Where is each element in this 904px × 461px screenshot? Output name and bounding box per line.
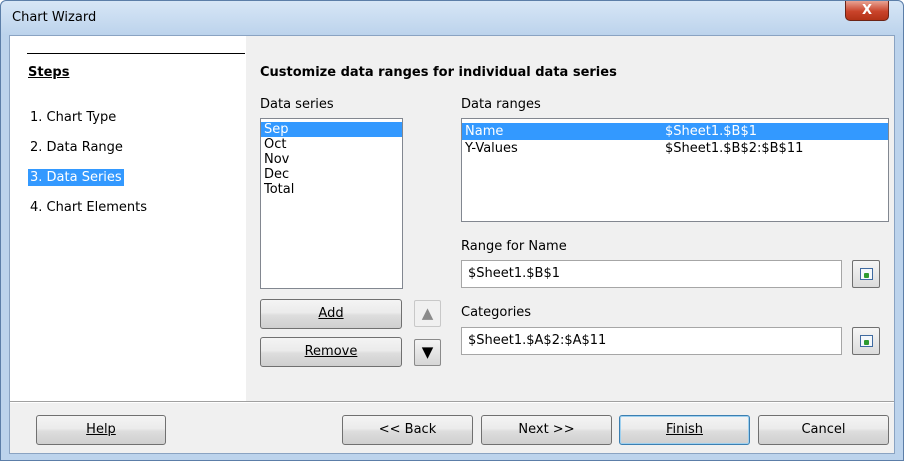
list-item[interactable]: Nov (261, 152, 402, 167)
range-value: $Sheet1.$B$2:$B$11 (665, 141, 804, 156)
help-button[interactable]: Help (36, 415, 166, 445)
step-data-series[interactable]: 3. Data Series (28, 169, 124, 186)
window-title: Chart Wizard (12, 10, 97, 25)
range-role: Name (465, 124, 504, 139)
select-categories-range-button[interactable] (852, 327, 880, 355)
range-select-icon (860, 335, 873, 347)
data-ranges-label: Data ranges (461, 97, 541, 112)
list-item[interactable]: Oct (261, 137, 402, 152)
step-chart-elements[interactable]: 4. Chart Elements (28, 199, 149, 216)
list-item[interactable]: Sep (261, 122, 402, 137)
steps-heading: Steps (28, 65, 70, 80)
step-chart-type[interactable]: 1. Chart Type (28, 109, 118, 126)
cancel-button[interactable]: Cancel (758, 415, 889, 445)
next-button[interactable]: Next >> (481, 415, 612, 445)
data-series-label: Data series (260, 97, 334, 112)
data-series-list[interactable]: Sep Oct Nov Dec Total (260, 118, 403, 289)
move-up-icon[interactable]: ▲ (414, 300, 441, 327)
title-bar[interactable]: Chart Wizard X (1, 1, 903, 35)
range-select-icon (860, 268, 873, 280)
range-value: $Sheet1.$B$1 (665, 124, 757, 139)
remove-series-button[interactable]: Remove (260, 337, 402, 367)
add-series-button[interactable]: Add (260, 299, 402, 329)
select-range-name-button[interactable] (852, 260, 880, 288)
range-role: Y-Values (465, 141, 518, 156)
finish-button[interactable]: Finish (619, 415, 750, 445)
footer-divider-highlight (10, 402, 894, 403)
list-item[interactable]: Total (261, 182, 402, 197)
data-series-pane: Customize data ranges for individual dat… (246, 36, 894, 401)
categories-label: Categories (461, 305, 532, 320)
chart-wizard-window: Chart Wizard X Steps 1. Chart Type 2. Da… (0, 0, 904, 461)
range-for-name-label: Range for Name (461, 239, 567, 254)
table-row[interactable]: Name $Sheet1.$B$1 (462, 123, 888, 140)
steps-divider (27, 53, 245, 54)
dialog-body: Steps 1. Chart Type 2. Data Range 3. Dat… (9, 35, 895, 454)
list-item[interactable]: Dec (261, 167, 402, 182)
close-icon[interactable]: X (845, 1, 889, 21)
categories-input[interactable]: $Sheet1.$A$2:$A$11 (461, 327, 842, 355)
data-ranges-list[interactable]: Name $Sheet1.$B$1 Y-Values $Sheet1.$B$2:… (461, 118, 889, 222)
range-for-name-input[interactable]: $Sheet1.$B$1 (461, 260, 842, 288)
table-row[interactable]: Y-Values $Sheet1.$B$2:$B$11 (462, 140, 888, 157)
step-data-range[interactable]: 2. Data Range (28, 139, 125, 156)
page-title: Customize data ranges for individual dat… (260, 65, 617, 80)
steps-pane: Steps 1. Chart Type 2. Data Range 3. Dat… (10, 36, 246, 401)
back-button[interactable]: << Back (342, 415, 473, 445)
move-down-icon[interactable]: ▼ (414, 339, 441, 366)
